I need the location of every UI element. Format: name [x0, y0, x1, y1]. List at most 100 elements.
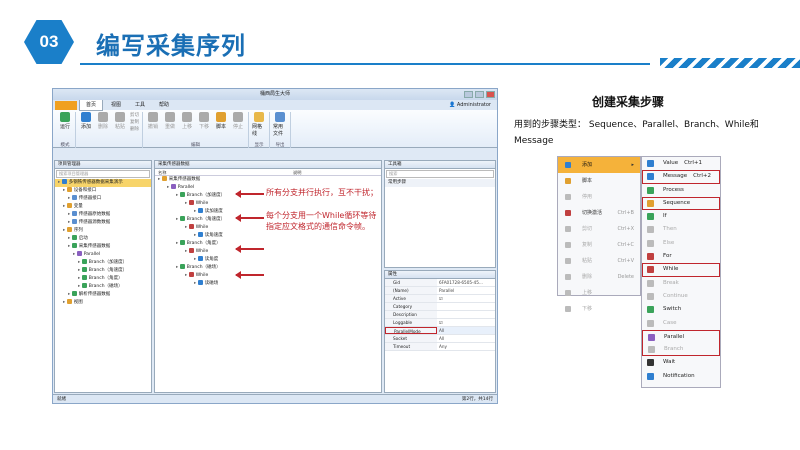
menu-item[interactable]: Break — [642, 277, 720, 290]
menu-item[interactable]: 复制 Ctrl+C — [558, 237, 640, 253]
property-row[interactable]: Description — [385, 311, 495, 319]
tree-item[interactable]: ▸ While — [155, 200, 381, 208]
menu-item[interactable]: 脚本 — [558, 173, 640, 189]
tree-item[interactable]: ▸ While — [155, 272, 381, 280]
tree-item[interactable]: ▸ 采集传感器数据 — [55, 243, 151, 251]
tree-item[interactable]: ▸ 传感器源数数据 — [55, 219, 151, 227]
property-value[interactable]: All — [437, 327, 495, 334]
ribbon-button[interactable]: 重做 — [163, 112, 177, 130]
property-value[interactable]: Parallel — [437, 287, 495, 294]
menu-item[interactable]: Continue — [642, 290, 720, 303]
tree-item[interactable]: ▸ 启动 — [55, 235, 151, 243]
minimize-icon[interactable] — [464, 91, 473, 98]
ribbon-button[interactable]: 上移 — [180, 112, 194, 130]
menu-item[interactable]: 停用 — [558, 189, 640, 205]
tree-item[interactable]: ▸ Branch（角度） — [155, 240, 381, 248]
tree-item[interactable]: ▸ Branch（角速度） — [55, 267, 151, 275]
tree-item[interactable]: ▸ 视图 — [55, 299, 151, 307]
sequence-tab[interactable]: 采集传感器数据 — [155, 161, 381, 169]
property-value[interactable]: All — [437, 335, 495, 342]
menu-item[interactable]: 删除 Delete — [558, 269, 640, 285]
property-value[interactable]: 6FA01728-6505-45... — [437, 279, 495, 286]
tree-item[interactable]: ▸ 传感器原始数据 — [55, 211, 151, 219]
ribbon-button[interactable]: 网格线 — [252, 112, 266, 137]
property-value[interactable]: ☑ — [437, 295, 495, 302]
header-stripes — [660, 58, 800, 68]
property-row[interactable]: ParallelMode All — [385, 327, 495, 335]
menu-item[interactable]: Branch — [642, 343, 720, 357]
menu-item[interactable]: Parallel — [642, 329, 720, 344]
menu-item[interactable]: Process — [642, 184, 720, 197]
tree-item[interactable]: ▸ 序列 — [55, 227, 151, 235]
maximize-icon[interactable] — [475, 91, 484, 98]
menu-item[interactable]: If — [642, 210, 720, 223]
menu-item[interactable]: Then — [642, 223, 720, 236]
property-row[interactable]: Socket All — [385, 335, 495, 343]
tree-item[interactable]: ▸ 变量 — [55, 203, 151, 211]
property-row[interactable]: Loggable ☑ — [385, 319, 495, 327]
ribbon-button[interactable]: 脚本 — [214, 112, 228, 130]
tree-item[interactable]: ▸ 设备和接口 — [55, 187, 151, 195]
menu-item[interactable]: While — [642, 263, 720, 277]
menu-item[interactable]: Message Ctrl+2 — [642, 170, 720, 184]
ribbon-button[interactable]: 撤销 — [146, 112, 160, 130]
toolbox-search-input[interactable]: 搜索 — [386, 170, 494, 178]
menu-item[interactable]: 切换激活 Ctrl+B — [558, 205, 640, 221]
menu-view[interactable]: 视图 — [105, 100, 127, 110]
menu-item[interactable]: 添加 ▸ — [558, 157, 640, 173]
menu-item[interactable]: For — [642, 250, 720, 263]
ribbon-button[interactable]: 添加 — [79, 112, 93, 132]
property-value[interactable] — [437, 311, 495, 318]
tree-item[interactable]: ▸ Branch（加速度） — [55, 259, 151, 267]
tree-item[interactable]: ▸ 传感器接口 — [55, 195, 151, 203]
tree-item[interactable]: ▸ 读磁场 — [155, 280, 381, 288]
menu-item[interactable]: 粘贴 Ctrl+V — [558, 253, 640, 269]
project-search-input[interactable]: 搜索项目管理器 — [56, 170, 150, 178]
tree-item[interactable]: ▸ Branch（磁场） — [155, 264, 381, 272]
menu-item[interactable]: 下移 — [558, 301, 640, 317]
property-value[interactable]: Any — [437, 343, 495, 350]
app-menu-button[interactable] — [55, 100, 77, 110]
tree-item[interactable]: ▸ 读角速度 — [155, 232, 381, 240]
property-row[interactable]: Gid 6FA01728-6505-45... — [385, 279, 495, 287]
menu-item[interactable]: 上移 — [558, 285, 640, 301]
ribbon-button[interactable]: 下移 — [197, 112, 211, 130]
menu-item[interactable]: Notification — [642, 370, 720, 383]
tree-item[interactable]: ▸ Branch（磁场） — [55, 283, 151, 291]
tree-item[interactable]: ▸ 读角度 — [155, 256, 381, 264]
property-value[interactable] — [437, 303, 495, 310]
property-row[interactable]: Timeout Any — [385, 343, 495, 351]
property-row[interactable]: Active ☑ — [385, 295, 495, 303]
property-value[interactable]: ☑ — [437, 319, 495, 326]
tree-item[interactable]: ▸ Parallel — [55, 251, 151, 259]
tree-item[interactable]: ▸ 采集传感器数据 — [155, 176, 381, 184]
ribbon-button[interactable]: 停止 — [231, 112, 245, 130]
ribbon-button-label: 下移 — [198, 124, 209, 130]
ribbon-button[interactable]: 常用文件 — [273, 112, 287, 137]
tree-item[interactable]: ▸ While — [155, 248, 381, 256]
menu-item[interactable]: Case — [642, 317, 720, 330]
menu-help[interactable]: 帮助 — [153, 100, 175, 110]
menu-item[interactable]: Switch — [642, 303, 720, 316]
menu-item[interactable]: Sequence — [642, 196, 720, 211]
tree-item[interactable]: ▸ 多钢铁传感器数据采集演示 — [55, 179, 151, 187]
ribbon-button[interactable]: 删除 — [96, 112, 110, 132]
menu-home[interactable]: 首页 — [79, 99, 104, 111]
close-icon[interactable] — [486, 91, 495, 98]
property-row[interactable]: (Name) Parallel — [385, 287, 495, 295]
ribbon-small-button[interactable]: 复制 — [130, 119, 139, 125]
menu-item[interactable]: Wait — [642, 356, 720, 369]
ribbon-small-button[interactable]: 删除 — [130, 126, 139, 132]
user-menu[interactable]: 👤 Administrator — [449, 102, 497, 108]
tree-item[interactable]: ▸ Branch（角度） — [55, 275, 151, 283]
menu-item[interactable]: 剪切 Ctrl+X — [558, 221, 640, 237]
ribbon-button[interactable]: 运行 — [58, 112, 72, 130]
ribbon-button[interactable]: 粘贴 — [113, 112, 127, 132]
property-row[interactable]: Category — [385, 303, 495, 311]
menu-item[interactable]: Value Ctrl+1 — [642, 157, 720, 170]
menu-tools[interactable]: 工具 — [129, 100, 151, 110]
toolbox-section[interactable]: 常用步骤 — [385, 179, 495, 187]
ribbon-small-button[interactable]: 剪切 — [130, 112, 139, 118]
menu-item[interactable]: Else — [642, 237, 720, 250]
tree-item[interactable]: ▸ 解析传感器数据 — [55, 291, 151, 299]
